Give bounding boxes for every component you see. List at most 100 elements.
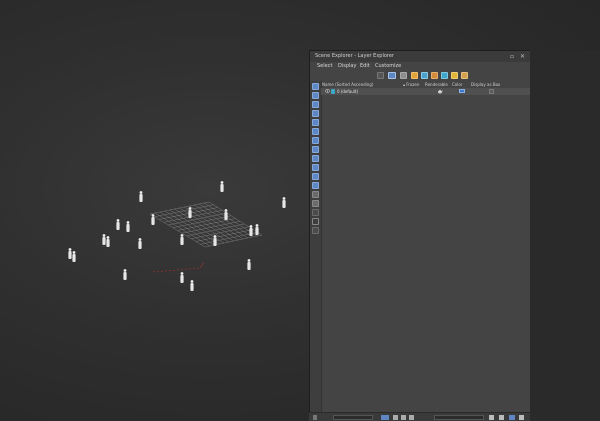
explorer-toolbar [310,71,530,81]
scene-object[interactable] [68,251,72,259]
helpers-icon[interactable] [312,128,319,135]
layer-name[interactable]: 0 (default) [337,88,358,95]
scene-object-head [220,181,224,184]
scene-object[interactable] [249,228,253,236]
scene-object[interactable] [255,227,259,235]
col-color[interactable]: Color [452,81,462,88]
space-warps-icon[interactable] [312,137,319,144]
bind-icon[interactable] [409,415,414,420]
scene-object-head [116,219,120,222]
highlight-icon[interactable] [411,72,418,79]
col-frozen[interactable]: ▴ Frozen [403,81,419,88]
close-icon[interactable]: ✕ [520,51,525,62]
layer-color-swatch[interactable] [459,89,465,93]
lightbulb-icon[interactable] [451,72,458,79]
menu-select[interactable]: Select [317,62,332,71]
panel-title: Scene Explorer - Layer Explorer [315,53,394,59]
scene-object-head [282,197,286,200]
scene-object[interactable] [180,275,184,283]
filter-icon[interactable] [381,415,389,420]
scene-object[interactable] [220,184,224,192]
panel-title-bar[interactable]: Scene Explorer - Layer Explorer ▫ ✕ [310,51,530,62]
shapes-icon[interactable] [312,101,319,108]
lock-icon[interactable] [400,72,407,79]
cameras-icon[interactable] [312,119,319,126]
scene-object-head [123,269,127,272]
scene-object[interactable] [188,210,192,218]
scene-object[interactable] [190,283,194,291]
scene-object-head [139,191,143,194]
hidden-icon[interactable] [312,191,319,198]
groups-icon[interactable] [312,146,319,153]
settings-icon[interactable] [461,72,468,79]
scene-objects[interactable] [68,181,286,291]
menu-display[interactable]: Display [338,62,356,71]
scene-object-head [255,224,259,227]
scene-object[interactable] [224,212,228,220]
layout-icon[interactable] [509,415,515,420]
lights-icon[interactable] [312,110,319,117]
scene-object[interactable] [72,254,76,262]
selection-field[interactable] [333,415,373,420]
xrefs-icon[interactable] [312,155,319,162]
scene-object-head [188,207,192,210]
add-layer-icon[interactable] [431,72,438,79]
col-renderable[interactable]: Renderable [425,81,448,88]
containers-icon[interactable] [312,173,319,180]
link-icon[interactable] [393,415,398,420]
filter-sidebar [310,81,322,421]
layer-icon[interactable] [421,72,428,79]
scene-object[interactable] [282,200,286,208]
invert-icon[interactable] [312,200,319,207]
frozen-icon[interactable] [312,182,319,189]
scene-object[interactable] [126,224,130,232]
scene-object[interactable] [123,272,127,280]
scene-object-head [126,221,130,224]
unlink-icon[interactable] [401,415,406,420]
menu-customize[interactable]: Customize [375,62,401,71]
ground-grid [149,201,263,248]
scene-object[interactable] [180,237,184,245]
col-name[interactable]: Name (Sorted Ascending) [322,81,373,88]
scene-object-head [180,234,184,237]
layer-stack-icon[interactable] [441,72,448,79]
menu-edit[interactable]: Edit [360,62,370,71]
scene-object[interactable] [247,262,251,270]
filter-icon[interactable] [312,218,319,225]
layer-row[interactable]: 0 (default) [321,88,530,95]
scene-object-head [72,251,76,254]
options-icon[interactable] [519,415,524,420]
menu-bar: Select Display Edit Customize [310,62,530,71]
explorer-selector[interactable] [434,415,484,420]
display-as-box-toggle[interactable] [489,89,494,94]
eye-icon[interactable] [325,89,330,93]
scene-object[interactable] [106,239,110,247]
scene-object[interactable] [116,222,120,230]
col-display-as-box[interactable]: Display as Box [471,81,500,88]
geometry-icon[interactable] [312,92,319,99]
scene-object[interactable] [139,194,143,202]
scene-object-head [138,238,142,241]
scene-object[interactable] [213,238,217,246]
filter-objects-icon[interactable] [377,72,384,79]
scene-object-head [190,280,194,283]
collapse-icon[interactable] [312,227,319,234]
status-icon [313,415,317,420]
scene-explorer-panel[interactable]: Scene Explorer - Layer Explorer ▫ ✕ Sele… [309,50,530,421]
scene-object-head [249,225,253,228]
bones-icon[interactable] [312,164,319,171]
panel-icon[interactable] [489,415,494,420]
layer-toggle-icon[interactable] [312,209,319,216]
scene-object-head [247,259,251,262]
panel-icon-2[interactable] [499,415,504,420]
pin-icon[interactable]: ▫ [510,51,514,62]
scene-object[interactable] [151,217,155,225]
filter-funnel-icon[interactable] [388,72,396,79]
display-all-icon[interactable] [312,83,319,90]
scene-object-head [151,214,155,217]
scene-object[interactable] [138,241,142,249]
teapot-icon[interactable] [437,89,443,94]
column-header: Name (Sorted Ascending) ▴ Frozen Rendera… [321,81,530,88]
scene-object[interactable] [102,237,106,245]
scene-object-head [213,235,217,238]
